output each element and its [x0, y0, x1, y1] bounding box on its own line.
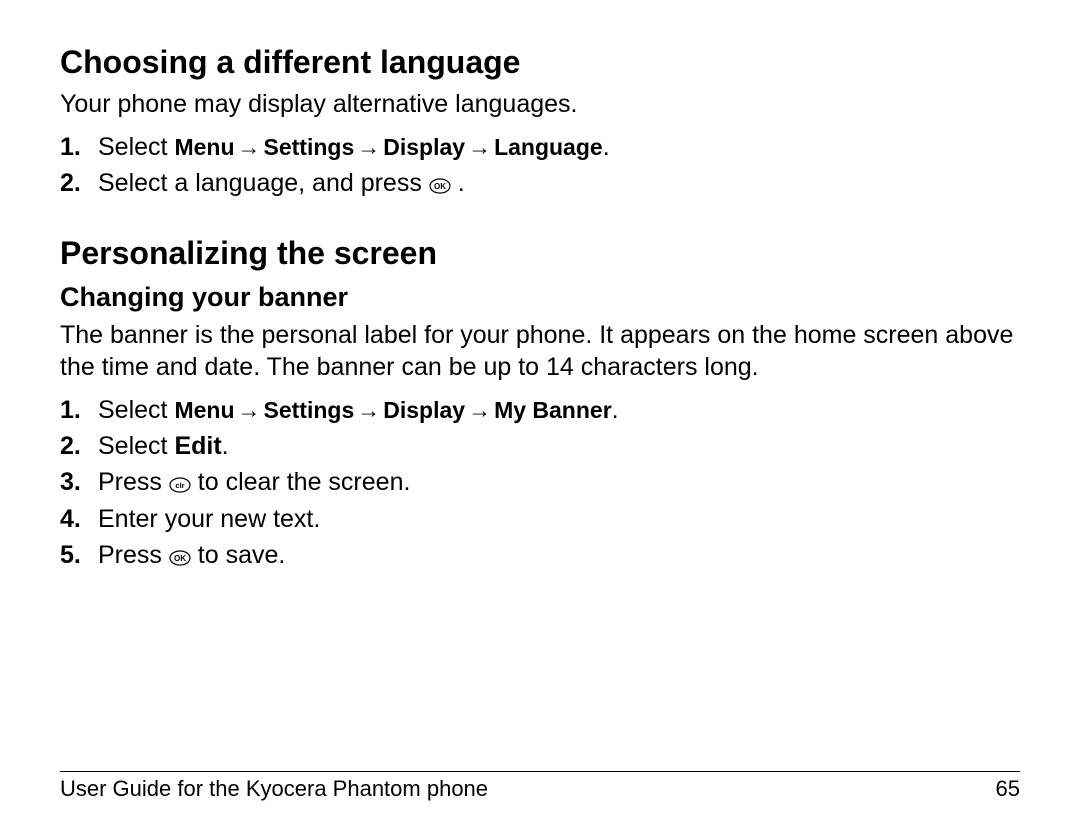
- nav-path: Menu→Settings→Display→Language: [174, 134, 602, 160]
- footer-page-number: 65: [996, 776, 1020, 802]
- steps-choosing-language: 1. Select Menu→Settings→Display→Language…: [60, 129, 1020, 202]
- footer-title: User Guide for the Kyocera Phantom phone: [60, 776, 488, 802]
- step-text: Select a language, and press: [98, 169, 429, 197]
- nav-path: Menu→Settings→Display→My Banner: [174, 397, 611, 423]
- subheading-changing-banner: Changing your banner: [60, 281, 1020, 315]
- step-1: 1. Select Menu→Settings→Display→My Banne…: [60, 392, 1020, 428]
- step-number: 2.: [60, 428, 81, 464]
- step-number: 1.: [60, 129, 81, 165]
- step-4: 4. Enter your new text.: [60, 501, 1020, 537]
- step-text: Select: [98, 432, 174, 460]
- step-number: 1.: [60, 392, 81, 428]
- intro-changing-banner: The banner is the personal label for you…: [60, 319, 1020, 384]
- intro-choosing-language: Your phone may display alternative langu…: [60, 88, 1020, 121]
- step-3: 3. Press clr to clear the screen.: [60, 464, 1020, 500]
- step-2: 2. Select Edit.: [60, 428, 1020, 464]
- ok-button-icon: OK: [169, 550, 191, 566]
- step-text-post: to save.: [191, 541, 286, 569]
- step-number: 2.: [60, 165, 81, 201]
- steps-changing-banner: 1. Select Menu→Settings→Display→My Banne…: [60, 392, 1020, 573]
- step-text: Select: [98, 396, 174, 424]
- svg-text:clr: clr: [175, 481, 184, 490]
- step-text: Press: [98, 468, 169, 496]
- ok-button-icon: OK: [429, 178, 451, 194]
- page-footer: User Guide for the Kyocera Phantom phone…: [60, 771, 1020, 802]
- svg-text:OK: OK: [434, 182, 446, 191]
- step-text-post: .: [451, 169, 465, 197]
- clear-button-icon: clr: [169, 477, 191, 493]
- document-page: Choosing a different language Your phone…: [0, 0, 1080, 834]
- svg-text:OK: OK: [174, 554, 186, 563]
- step-text-post: to clear the screen.: [191, 468, 411, 496]
- step-number: 4.: [60, 501, 81, 537]
- step-2: 2. Select a language, and press OK .: [60, 165, 1020, 201]
- heading-choosing-language: Choosing a different language: [60, 42, 1020, 82]
- step-number: 3.: [60, 464, 81, 500]
- step-text: Press: [98, 541, 169, 569]
- step-1: 1. Select Menu→Settings→Display→Language…: [60, 129, 1020, 165]
- edit-label: Edit: [174, 432, 221, 460]
- heading-personalizing-screen: Personalizing the screen: [60, 233, 1020, 273]
- step-5: 5. Press OK to save.: [60, 537, 1020, 573]
- step-text: Enter your new text.: [98, 505, 320, 533]
- step-text: Select: [98, 133, 174, 161]
- step-number: 5.: [60, 537, 81, 573]
- footer-rule: [60, 771, 1020, 772]
